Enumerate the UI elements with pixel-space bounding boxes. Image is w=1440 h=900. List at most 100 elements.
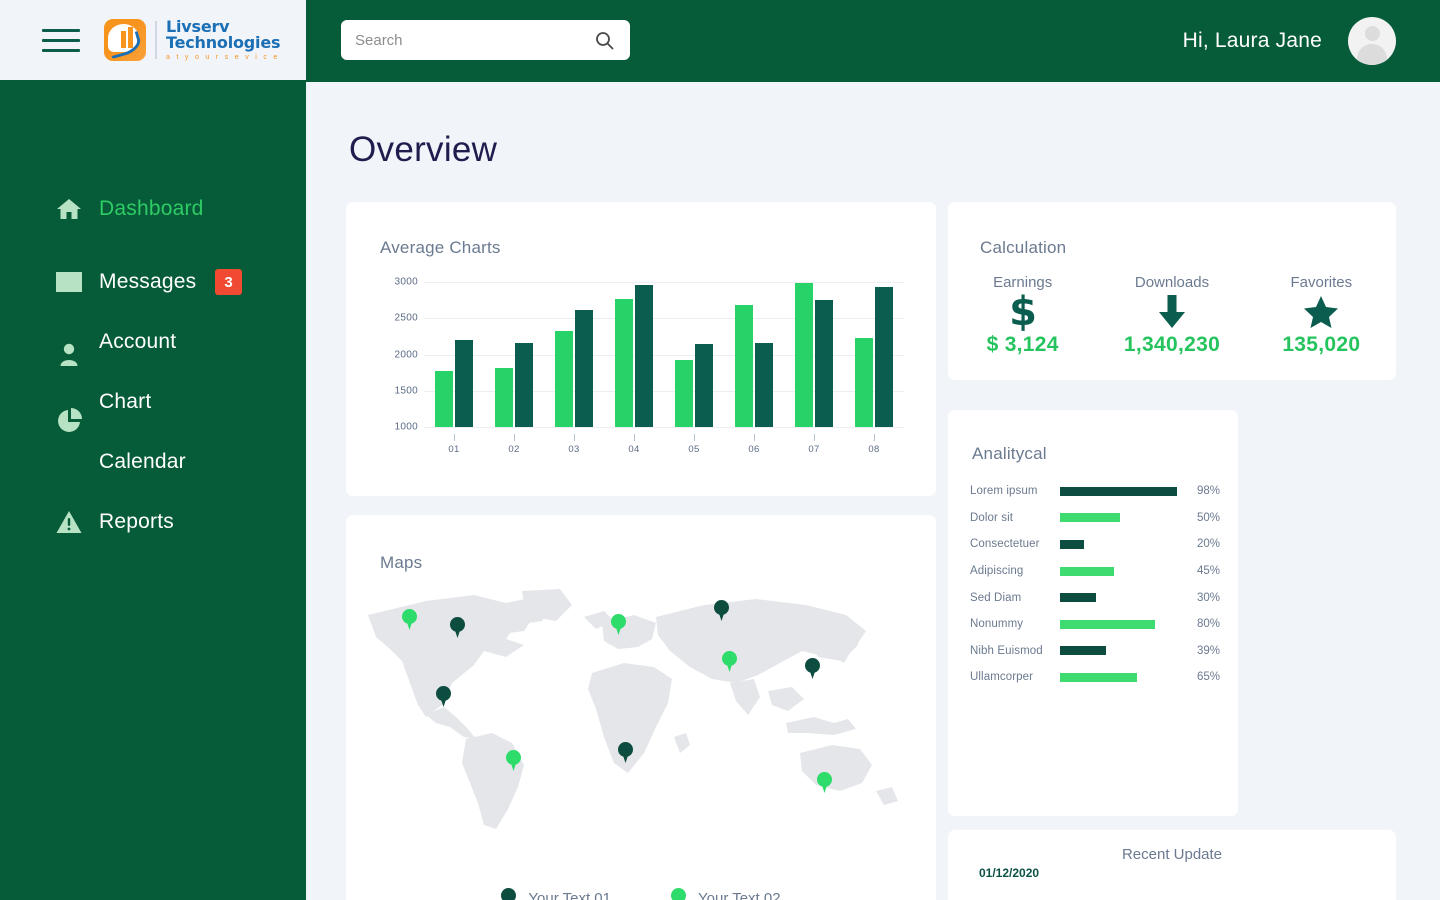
analitycal-label: Sed Diam bbox=[970, 591, 1022, 604]
average-charts-card: Average Charts 1000 1500 2000 2500 3000 01 02… bbox=[346, 202, 936, 496]
top-bar: Livserv Technologies a t y o u r s e v i… bbox=[0, 0, 1440, 82]
bar-group bbox=[544, 282, 604, 427]
analitycal-percent: 80% bbox=[1196, 618, 1220, 631]
analitycal-row: Lorem ipsum 98% bbox=[970, 478, 1220, 505]
search-input[interactable] bbox=[341, 31, 595, 49]
stats-row: Earnings $ $ 3,124 Downloads 1,340,230 F… bbox=[948, 274, 1396, 357]
stat-label: Earnings bbox=[993, 274, 1053, 291]
x-axis-cell: 06 bbox=[724, 434, 784, 455]
logo-divider bbox=[155, 21, 157, 59]
map-pin-icon[interactable] bbox=[450, 617, 465, 638]
brand-text: Livserv Technologies a t y o u r s e v i… bbox=[166, 18, 281, 61]
y-tick-label: 1500 bbox=[394, 385, 418, 397]
map-pin-icon[interactable] bbox=[817, 772, 832, 793]
x-axis-cell: 07 bbox=[784, 434, 844, 455]
gridline bbox=[424, 427, 904, 428]
map-pin-icon[interactable] bbox=[402, 609, 417, 630]
sidebar-item-messages[interactable]: Messages 3 bbox=[0, 260, 306, 304]
bar bbox=[795, 283, 813, 427]
analitycal-row: Sed Diam 30% bbox=[970, 584, 1220, 611]
search-bar[interactable] bbox=[341, 20, 630, 60]
bar-group bbox=[724, 282, 784, 427]
bar bbox=[495, 368, 513, 427]
legend-item: Your Text 01 bbox=[501, 888, 611, 900]
analitycal-label: Nibh Euismod bbox=[970, 644, 1043, 657]
world-map[interactable] bbox=[356, 587, 926, 842]
analitycal-label: Consectetuer bbox=[970, 538, 1040, 551]
map-pin-icon[interactable] bbox=[611, 614, 626, 635]
chart-bubble-logo-icon bbox=[104, 19, 146, 61]
x-tick bbox=[753, 434, 755, 441]
progress-track bbox=[1059, 646, 1180, 656]
progress-fill bbox=[1059, 619, 1156, 629]
brand-line-2: Technologies bbox=[166, 33, 281, 53]
map-pin-icon[interactable] bbox=[714, 600, 729, 621]
bar bbox=[455, 340, 473, 427]
sidebar-item-calendar[interactable]: Calendar bbox=[0, 440, 306, 484]
sidebar-item-reports[interactable]: Reports bbox=[0, 500, 306, 544]
x-tick-label: 03 bbox=[568, 444, 580, 455]
analitycal-row: Ullamcorper 65% bbox=[970, 664, 1220, 691]
progress-fill bbox=[1059, 486, 1177, 496]
x-tick bbox=[573, 434, 575, 441]
sidebar-item-label: Reports bbox=[99, 510, 174, 533]
legend-label: Your Text 01 bbox=[528, 890, 611, 900]
bar-group bbox=[844, 282, 904, 427]
analitycal-label: Lorem ipsum bbox=[970, 485, 1038, 498]
stat-value: $ 3,124 bbox=[986, 333, 1059, 356]
card-title: Maps bbox=[380, 553, 423, 572]
y-tick-label: 3000 bbox=[394, 276, 418, 288]
y-tick-label: 1000 bbox=[394, 421, 418, 433]
maps-card: Maps Your Text 01 Your Text 02 bbox=[346, 515, 936, 900]
progress-track bbox=[1059, 619, 1180, 629]
analitycal-row: Nonummy 80% bbox=[970, 611, 1220, 638]
bar bbox=[875, 287, 893, 427]
card-title: Average Charts bbox=[380, 238, 501, 257]
hamburger-menu-icon[interactable] bbox=[42, 28, 80, 52]
analitycal-percent: 45% bbox=[1196, 565, 1220, 578]
sidebar-item-label: Account bbox=[99, 330, 177, 353]
warning-triangle-icon bbox=[54, 510, 84, 534]
map-pin-icon bbox=[671, 888, 686, 900]
sidebar-item-account[interactable]: Account bbox=[0, 320, 306, 366]
map-pin-icon bbox=[501, 888, 517, 900]
x-tick bbox=[453, 434, 455, 441]
x-tick bbox=[813, 434, 815, 441]
map-legend: Your Text 01 Your Text 02 bbox=[346, 888, 936, 900]
bar bbox=[815, 300, 833, 427]
sidebar-item-label: Dashboard bbox=[99, 197, 204, 220]
map-pin-icon[interactable] bbox=[805, 658, 820, 679]
brand-logo[interactable]: Livserv Technologies a t y o u r s e v i… bbox=[104, 18, 281, 61]
analitycal-label: Dolor sit bbox=[970, 511, 1014, 524]
bar bbox=[755, 342, 773, 427]
bar bbox=[735, 305, 753, 427]
bar-groups bbox=[424, 282, 904, 427]
analitycal-percent: 20% bbox=[1196, 538, 1220, 551]
bar-group bbox=[664, 282, 724, 427]
progress-fill bbox=[1059, 566, 1114, 576]
x-tick bbox=[693, 434, 695, 441]
map-pin-icon[interactable] bbox=[506, 750, 521, 771]
map-pin-icon[interactable] bbox=[722, 651, 737, 672]
card-title: Calculation bbox=[980, 238, 1067, 257]
x-axis-cell: 01 bbox=[424, 434, 484, 455]
map-pin-icon[interactable] bbox=[618, 742, 633, 763]
sidebar-item-label: Chart bbox=[99, 390, 152, 413]
x-tick-label: 02 bbox=[508, 444, 520, 455]
legend-item: Your Text 02 bbox=[671, 888, 781, 900]
search-icon[interactable] bbox=[595, 31, 614, 50]
x-axis-cell: 08 bbox=[844, 434, 904, 455]
x-tick-label: 08 bbox=[868, 444, 880, 455]
y-axis-labels: 1000 1500 2000 2500 3000 bbox=[376, 277, 418, 433]
stat-value: 1,340,230 bbox=[1123, 333, 1221, 356]
sidebar-item-chart[interactable]: Chart bbox=[0, 380, 306, 432]
bar bbox=[435, 371, 453, 427]
stat-value: 135,020 bbox=[1282, 333, 1361, 356]
sidebar-item-dashboard[interactable]: Dashboard bbox=[0, 187, 306, 231]
bar bbox=[855, 337, 873, 427]
avatar[interactable] bbox=[1348, 17, 1396, 65]
dollar-icon: $ bbox=[1008, 291, 1038, 333]
analitycal-label: Ullamcorper bbox=[970, 671, 1034, 684]
x-tick-label: 06 bbox=[748, 444, 760, 455]
map-pin-icon[interactable] bbox=[436, 686, 451, 707]
